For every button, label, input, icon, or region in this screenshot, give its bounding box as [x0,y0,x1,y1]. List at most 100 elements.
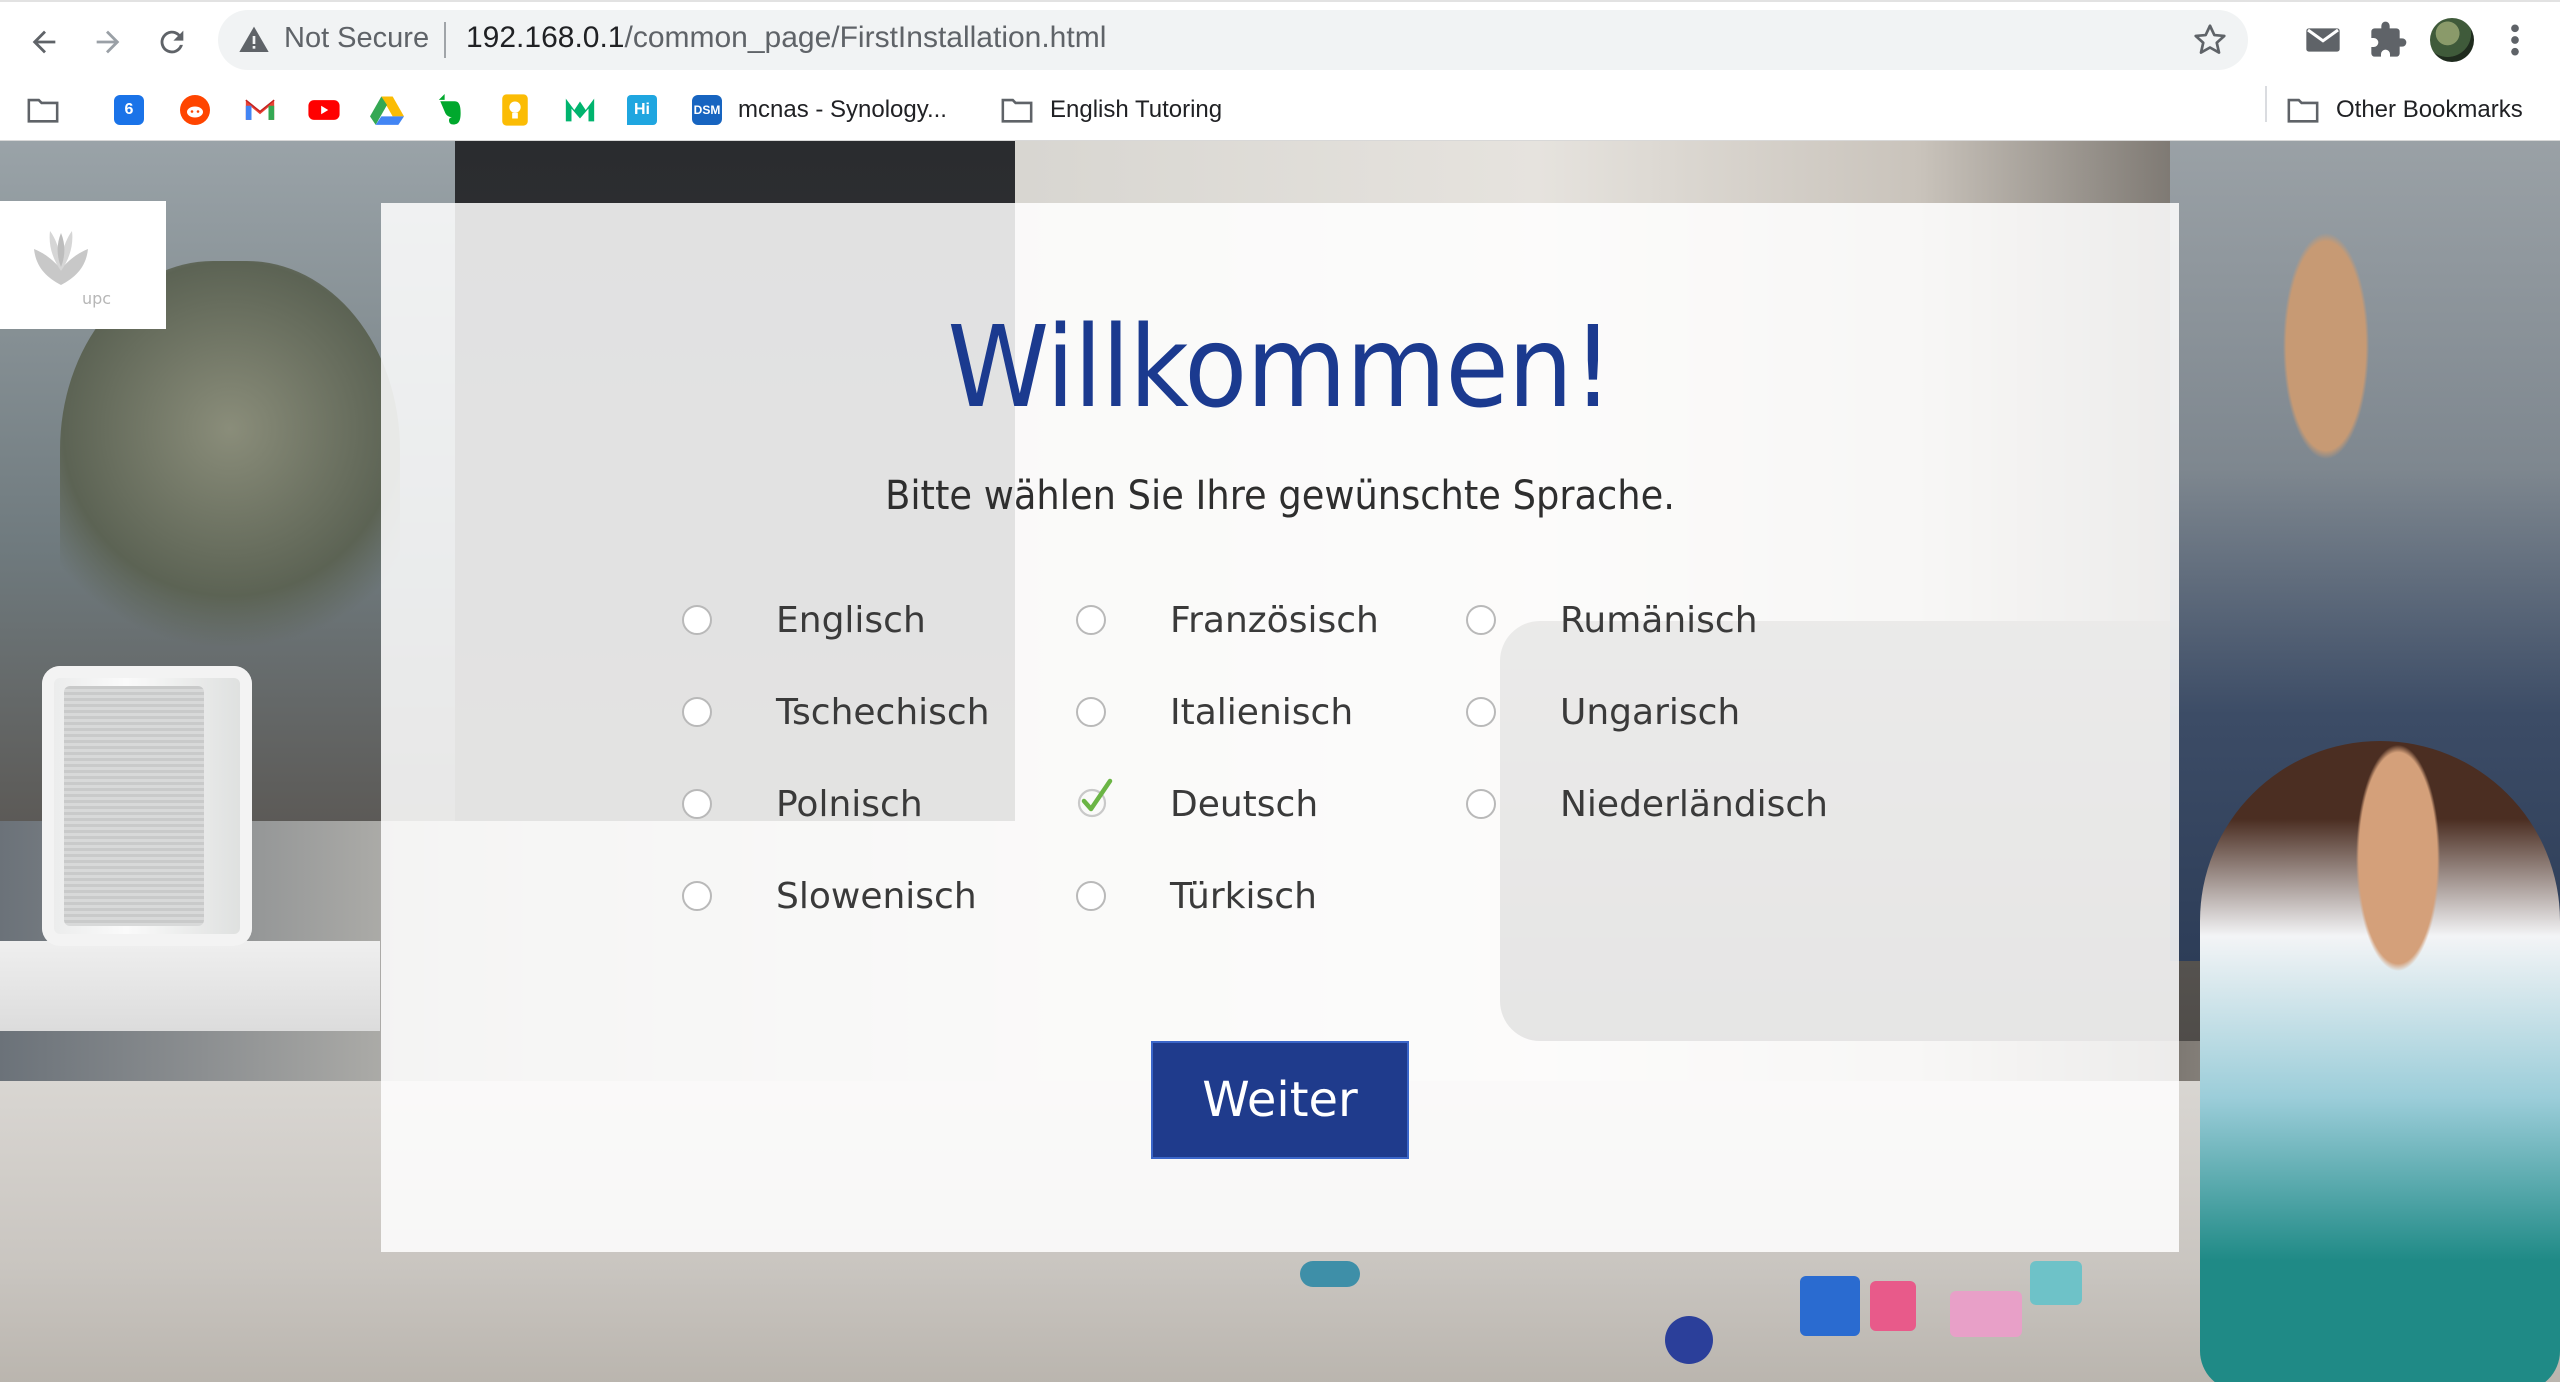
background-toy [1665,1316,1713,1364]
bookmark-calendar[interactable]: 6 [114,92,144,128]
checkmark-icon [1077,778,1113,818]
language-option-slowenisch[interactable]: Slowenisch [682,871,977,921]
reload-icon [160,30,184,54]
bookmark-m[interactable] [563,92,597,128]
dsm-badge: DSM [693,103,721,117]
radio-button[interactable] [682,881,712,911]
folder-icon [27,98,59,123]
radio-button-selected[interactable] [1076,778,1113,819]
background-router-image [42,666,252,946]
language-option-deutsch[interactable]: Deutsch [1076,778,1319,829]
reddit-icon [180,95,210,125]
radio-button[interactable] [1466,605,1496,635]
language-prompt: Bitte wählen Sie Ihre gewünschte Sprache… [885,473,1675,519]
language-label: Tschechisch [776,691,990,733]
language-label: Niederländisch [1560,783,1828,825]
folder-icon [2287,98,2319,123]
bookmark-label: English Tutoring [1050,96,1223,123]
background-toy [1870,1281,1916,1331]
drive-icon [370,96,404,125]
language-option-niederlaendisch[interactable]: Niederländisch [1466,779,1828,829]
language-label: Französisch [1170,599,1379,641]
bookmark-english-tutoring[interactable]: English Tutoring [1000,92,1222,128]
avatar[interactable] [2430,18,2474,62]
continue-button[interactable]: Weiter [1151,1041,1409,1159]
bookmark-synology[interactable]: DSM mcnas - Synology... [692,92,947,128]
upc-logo-tab[interactable]: upc [0,201,166,329]
warning-icon [239,26,269,52]
gmail-icon [245,99,275,120]
dsm-icon: DSM [692,95,722,125]
language-option-polnisch[interactable]: Polnisch [682,779,923,829]
bookmark-label: mcnas - Synology... [738,96,947,123]
radio-button[interactable] [682,789,712,819]
radio-button[interactable] [1076,697,1106,727]
language-label: Italienisch [1170,691,1354,733]
bookmark-gmail[interactable] [243,92,277,128]
background-shelf [0,941,380,1031]
bookmark-reddit[interactable] [180,92,210,128]
language-option-franzoesisch[interactable]: Französisch [1076,595,1379,645]
url-path: /common_page/FirstInstallation.html [624,21,1107,54]
forward-arrow-icon [96,30,120,54]
address-separator [444,22,446,58]
upc-logo-icon [34,231,88,285]
bookmark-hi[interactable]: Hi [627,92,657,128]
hi-badge: Hi [634,101,650,118]
radio-button[interactable] [1076,881,1106,911]
language-option-tuerkisch[interactable]: Türkisch [1076,871,1317,921]
radio-button[interactable] [1466,697,1496,727]
url-text[interactable]: 192.168.0.1/common_page/FirstInstallatio… [466,21,1106,55]
language-option-englisch[interactable]: Englisch [682,595,926,645]
upc-logo-text: upc [82,289,112,308]
radio-button[interactable] [682,605,712,635]
language-option-tschechisch[interactable]: Tschechisch [682,687,990,737]
folder-icon [1001,98,1033,123]
bookmark-evernote[interactable] [434,92,464,128]
calendar-icon: 6 [114,95,144,125]
background-toy [1950,1291,2022,1337]
reload-button[interactable] [144,14,200,70]
evernote-icon [438,94,461,125]
chrome-top-line [0,0,2560,2]
forward-button[interactable] [80,14,136,70]
star-icon[interactable] [2192,22,2228,58]
keep-icon [502,94,528,126]
extensions-icon[interactable] [2368,20,2408,60]
language-label: Ungarisch [1560,691,1741,733]
url-host: 192.168.0.1 [466,21,625,54]
more-icon[interactable] [2505,20,2525,60]
language-option-rumaenisch[interactable]: Rumänisch [1466,595,1758,645]
welcome-panel: Willkommen! Bitte wählen Sie Ihre gewüns… [381,203,2179,1252]
bookmark-drive[interactable] [370,92,404,128]
language-label: Slowenisch [776,875,977,917]
language-label: Deutsch [1170,783,1319,825]
back-button[interactable] [16,14,72,70]
language-option-italienisch[interactable]: Italienisch [1076,687,1353,737]
language-label: Türkisch [1170,875,1317,917]
background-toy [1300,1261,1360,1287]
bookmark-youtube[interactable] [307,92,341,128]
language-option-ungarisch[interactable]: Ungarisch [1466,687,1740,737]
radio-button[interactable] [1466,789,1496,819]
other-bookmarks[interactable]: Other Bookmarks [2286,92,2523,128]
background-toy [2030,1261,2082,1305]
background-boy [2200,741,2560,1382]
back-arrow-icon [32,30,56,54]
bookmark-apps-folder[interactable] [26,92,60,128]
radio-button[interactable] [1076,605,1106,635]
youtube-icon [308,100,340,120]
browser-chrome: Not Secure 192.168.0.1/common_page/First… [0,0,2560,141]
hi-icon: Hi [627,95,657,125]
security-status[interactable]: Not Secure [284,22,429,55]
mail-icon[interactable] [2303,20,2343,60]
language-label: Englisch [776,599,926,641]
language-label: Polnisch [776,783,923,825]
address-bar[interactable]: Not Secure 192.168.0.1/common_page/First… [218,10,2248,70]
bookmark-keep[interactable] [500,92,530,128]
radio-button[interactable] [682,697,712,727]
calendar-badge: 6 [124,101,134,118]
router-grill [64,686,204,926]
background-toy [1800,1276,1860,1336]
m-icon [565,98,595,122]
